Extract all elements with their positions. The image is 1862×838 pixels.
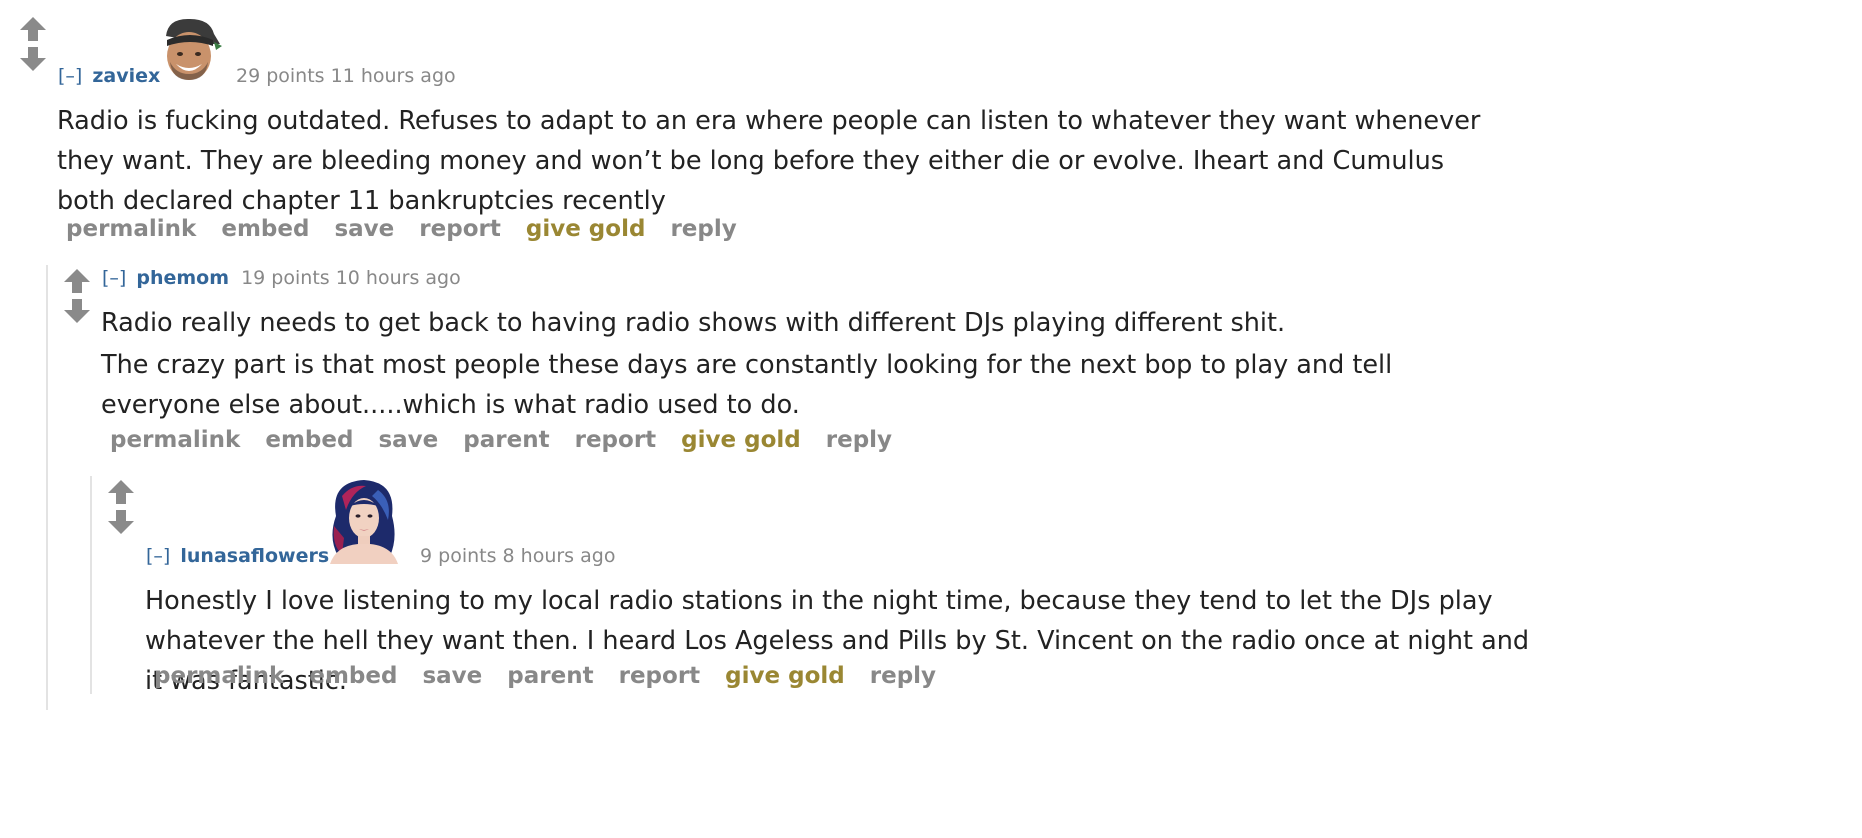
comment-meta: 29 points 11 hours ago [236,65,456,87]
comment-tagline: [–] zaviex [58,65,160,87]
comment-body: Radio really needs to get back to having… [101,303,1501,425]
author-link[interactable]: phemom [136,267,229,289]
author-link[interactable]: lunasaflowers [180,545,329,567]
comment-meta: 9 points 8 hours ago [420,545,615,567]
timestamp[interactable]: 11 hours ago [331,65,456,87]
permalink-button[interactable]: permalink [66,216,196,242]
save-button[interactable]: save [378,427,438,453]
vote-arrows [62,268,94,324]
reply-button[interactable]: reply [870,663,936,689]
vote-arrows [18,16,50,72]
comment-buttons: permalink embed save report give gold re… [66,216,754,242]
parent-button[interactable]: parent [463,427,549,453]
permalink-button[interactable]: permalink [110,427,240,453]
upvote-arrow-icon[interactable] [18,16,48,42]
timestamp[interactable]: 10 hours ago [336,267,461,289]
parent-button[interactable]: parent [507,663,593,689]
score: 29 points [236,65,325,87]
upvote-arrow-icon[interactable] [106,479,136,505]
permalink-button[interactable]: permalink [154,663,284,689]
comment-paragraph: The crazy part is that most people these… [101,350,1393,420]
comment-tagline: [–] phemom 19 points 10 hours ago [102,267,461,289]
comment-paragraph: Radio is fucking outdated. Refuses to ad… [57,106,1481,216]
comment-paragraph: Radio really needs to get back to having… [101,308,1286,338]
give-gold-button[interactable]: give gold [526,216,646,242]
thread-line-level2[interactable] [90,476,92,694]
collapse-toggle[interactable]: [–] [146,545,170,567]
reply-button[interactable]: reply [670,216,736,242]
score: 9 points [420,545,497,567]
report-button[interactable]: report [619,663,701,689]
embed-button[interactable]: embed [309,663,397,689]
save-button[interactable]: save [334,216,394,242]
downvote-arrow-icon[interactable] [62,298,92,324]
score: 19 points [241,267,330,289]
collapse-toggle[interactable]: [–] [102,267,126,289]
report-button[interactable]: report [419,216,501,242]
author-link[interactable]: zaviex [92,65,160,87]
report-button[interactable]: report [575,427,657,453]
vote-arrows [106,479,138,535]
user-flair-avatar [158,16,222,82]
give-gold-button[interactable]: give gold [725,663,845,689]
reply-button[interactable]: reply [826,427,892,453]
save-button[interactable]: save [422,663,482,689]
embed-button[interactable]: embed [221,216,309,242]
give-gold-button[interactable]: give gold [681,427,801,453]
downvote-arrow-icon[interactable] [18,46,48,72]
timestamp[interactable]: 8 hours ago [503,545,616,567]
collapse-toggle[interactable]: [–] [58,65,82,87]
comment-body: Radio is fucking outdated. Refuses to ad… [57,101,1497,221]
thread-line-level1[interactable] [46,265,48,710]
downvote-arrow-icon[interactable] [106,509,136,535]
comment-buttons: permalink embed save parent report give … [110,427,909,453]
upvote-arrow-icon[interactable] [62,268,92,294]
comment-buttons: permalink embed save parent report give … [154,663,953,689]
embed-button[interactable]: embed [265,427,353,453]
user-flair-avatar [322,476,406,564]
comment-tagline: [–] lunasaflowers [146,545,329,567]
